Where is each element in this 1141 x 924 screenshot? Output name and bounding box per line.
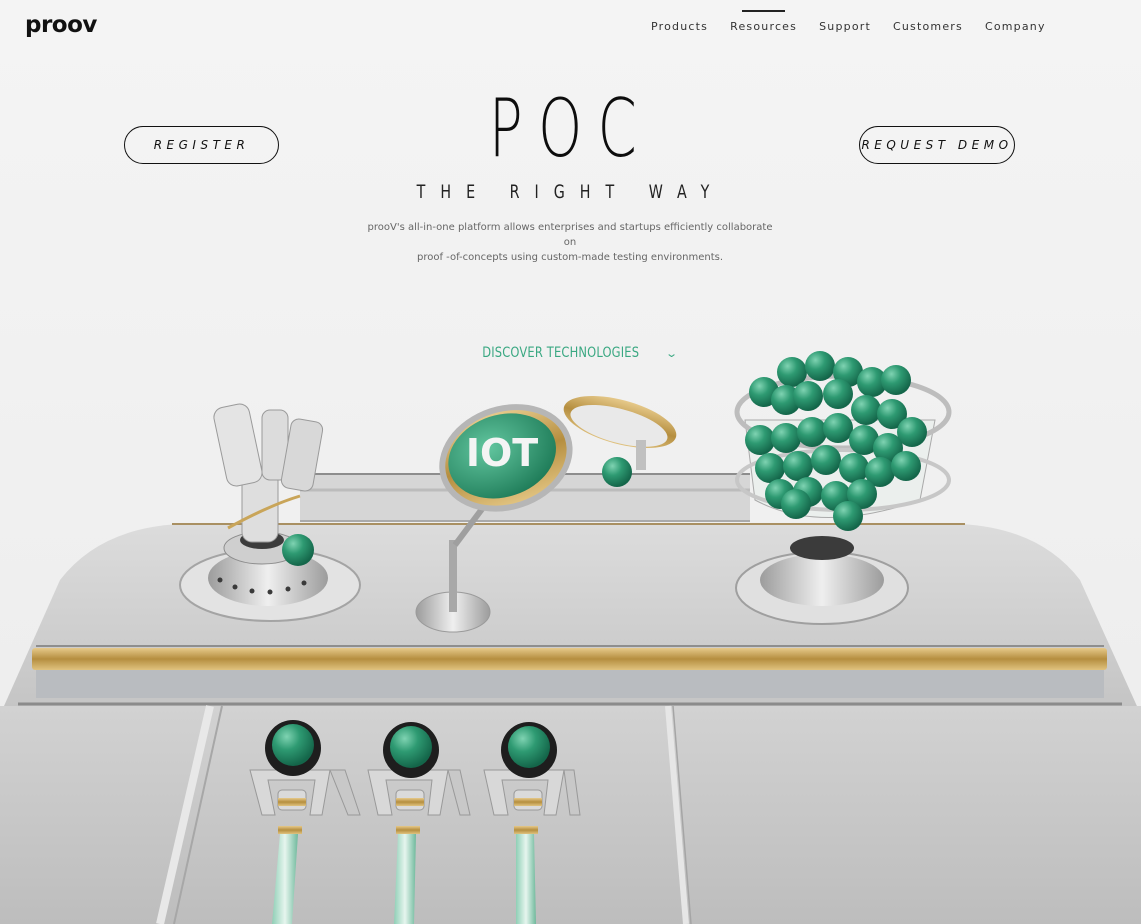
discover-technologies-link[interactable]: DISCOVER TECHNOLOGIES ⌄ bbox=[0, 345, 1141, 361]
nav-products[interactable]: Products bbox=[651, 20, 708, 33]
iot-label: IOT bbox=[466, 431, 538, 475]
hero-subtitle: THE RIGHT WAY bbox=[416, 181, 725, 203]
page: IOT proov Products Resources Support Cus… bbox=[0, 0, 1141, 924]
hero-description-line-1: prooV's all-in-one platform allows enter… bbox=[367, 222, 773, 248]
hero-title: POC bbox=[488, 82, 653, 175]
main-nav: Products Resources Support Customers Com… bbox=[640, 10, 1057, 33]
proov-logo[interactable]: proov bbox=[25, 12, 97, 38]
gold-band bbox=[32, 648, 1107, 670]
nav-company[interactable]: Company bbox=[985, 20, 1046, 33]
hero-description-line-2: proof -of-concepts using custom-made tes… bbox=[416, 252, 724, 263]
discover-technologies-label: DISCOVER TECHNOLOGIES bbox=[481, 345, 639, 361]
hero-description: prooV's all-in-one platform allows enter… bbox=[360, 220, 780, 265]
nav-support[interactable]: Support bbox=[819, 20, 871, 33]
nav-resources[interactable]: Resources bbox=[730, 10, 797, 33]
nav-customers[interactable]: Customers bbox=[893, 20, 963, 33]
chevron-down-icon: ⌄ bbox=[664, 347, 679, 360]
